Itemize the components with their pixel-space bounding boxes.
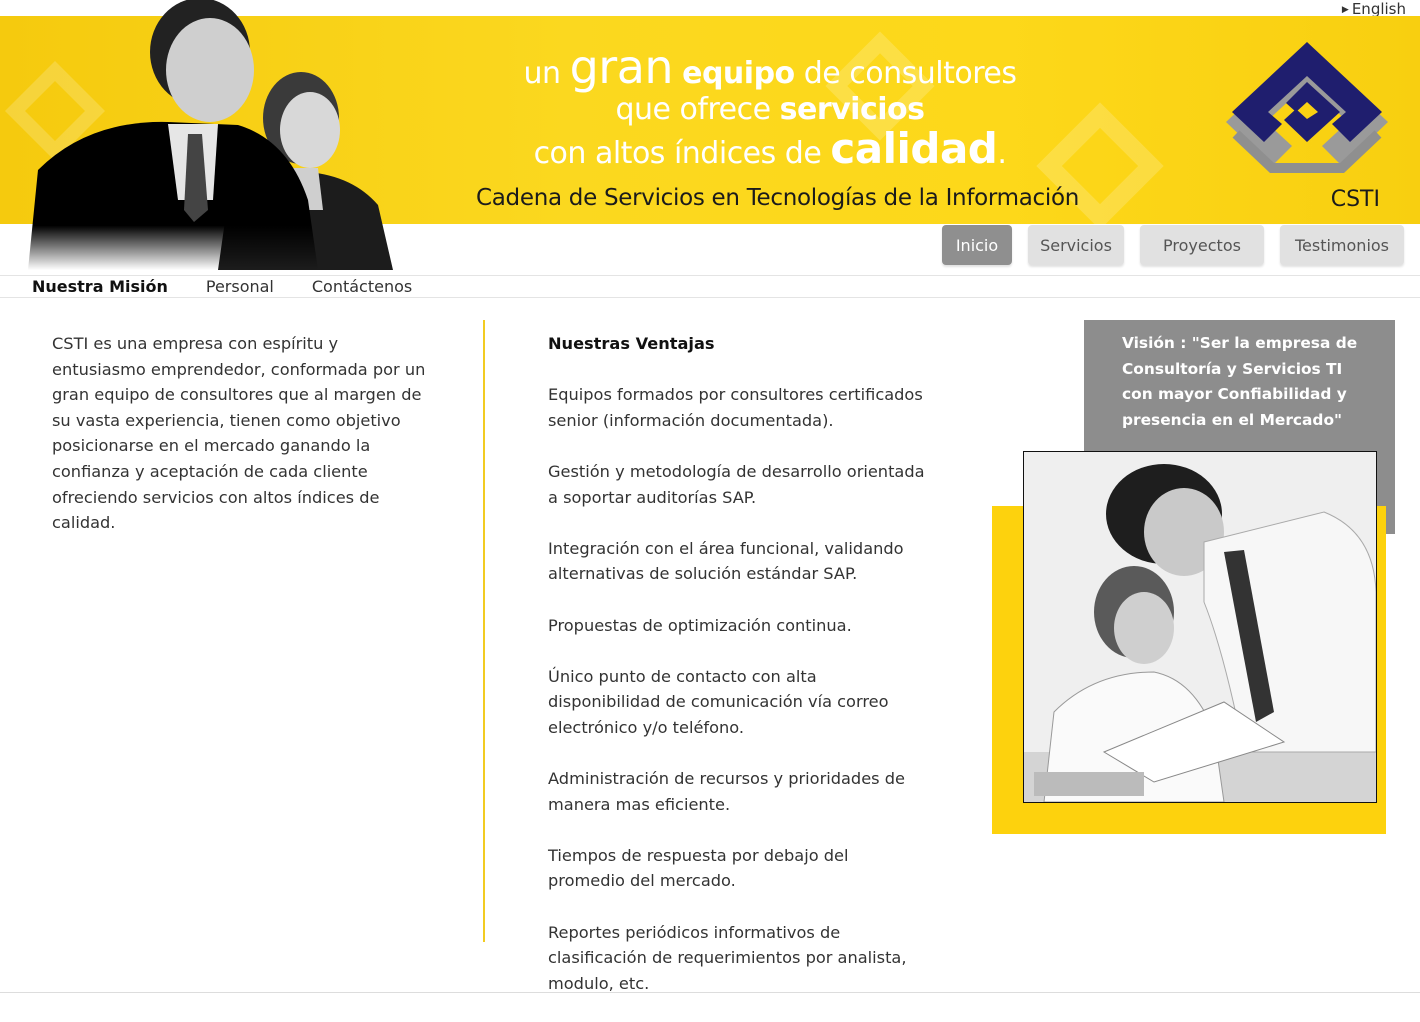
headline-text: servicios — [779, 91, 925, 127]
divider — [0, 297, 1420, 298]
headline-text: que ofrece — [615, 91, 772, 127]
headline: un gran equipo de consultores que ofrece… — [470, 42, 1070, 172]
business-people-image — [28, 0, 393, 270]
divider — [0, 992, 1420, 993]
vision-label: Visión — [1122, 334, 1175, 352]
subnav-personal[interactable]: Personal — [206, 277, 274, 296]
triangle-right-icon: ▶ — [1341, 5, 1349, 15]
advantage-item: Equipos formados por consultores certifi… — [548, 385, 923, 430]
advantage-item: Integración con el área funcional, valid… — [548, 538, 904, 584]
tab-testimonios[interactable]: Testimonios — [1280, 225, 1404, 265]
advantage-item: Propuestas de optimización continua. — [548, 615, 852, 635]
advantage-item: Tiempos de respuesta por debajo del prom… — [548, 845, 849, 891]
advantage-item: Reportes periódicos informativos de clas… — [548, 922, 907, 993]
headline-text: calidad — [830, 123, 998, 173]
tagline: Cadena de Servicios en Tecnologías de la… — [476, 185, 1080, 211]
headline-text: gran — [569, 40, 674, 94]
tab-proyectos[interactable]: Proyectos — [1140, 225, 1264, 265]
advantage-item: Administración de recursos y prioridades… — [548, 769, 905, 814]
headline-text: de consultores — [803, 56, 1017, 91]
tab-servicios[interactable]: Servicios — [1028, 225, 1124, 265]
advantages-title: Nuestras Ventajas — [548, 334, 715, 353]
sub-nav: Nuestra Misión Personal Contáctenos — [32, 277, 412, 296]
headline-text: con altos índices de — [533, 135, 822, 171]
main-nav: Inicio Servicios Proyectos Testimonios — [942, 225, 1404, 265]
tab-inicio[interactable]: Inicio — [942, 225, 1012, 265]
subnav-contactenos[interactable]: Contáctenos — [312, 277, 412, 296]
advantage-item: Gestión y metodología de desarrollo orie… — [548, 461, 925, 507]
vision-statement: Visión : "Ser la empresa de Consultoría … — [1122, 331, 1362, 433]
subnav-nuestra-mision[interactable]: Nuestra Misión — [32, 277, 168, 296]
csti-logo-icon — [1226, 42, 1388, 173]
column-divider — [483, 320, 485, 942]
mission-text: CSTI es una empresa con espíritu y entus… — [52, 334, 426, 533]
office-photo — [1023, 451, 1377, 803]
divider — [0, 275, 1420, 276]
advantages-section: Nuestras Ventajas Equipos formados por c… — [548, 331, 928, 1022]
headline-text: un — [523, 56, 562, 91]
headline-text: equipo — [682, 56, 795, 91]
office-photo-image — [1024, 452, 1376, 802]
headline-text: . — [997, 135, 1007, 171]
advantage-item: Único punto de contacto con alta disponi… — [548, 666, 889, 737]
